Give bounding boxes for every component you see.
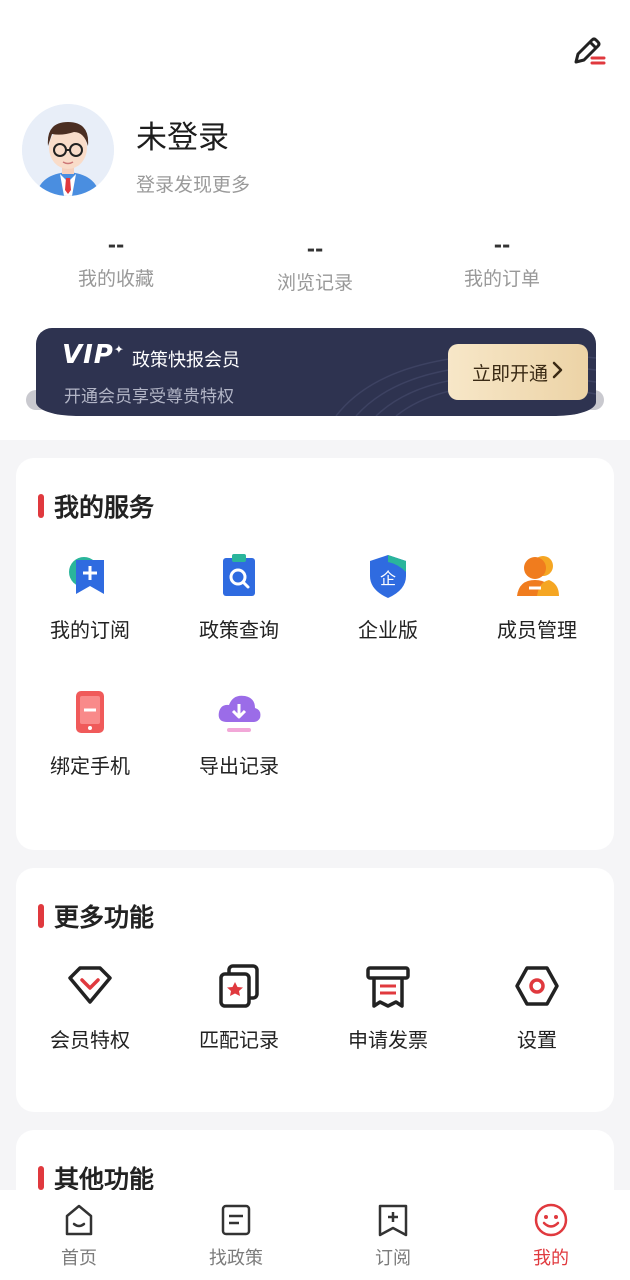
stat-favorites[interactable]: -- 我的收藏 <box>26 232 206 291</box>
tab-label: 首页 <box>61 1248 97 1269</box>
more-label: 设置 <box>517 1028 557 1052</box>
more-item-vip-privilege[interactable]: 会员特权 <box>16 962 164 1053</box>
tab-label: 订阅 <box>375 1248 411 1269</box>
stat-value: -- <box>306 237 324 261</box>
more-title: 更多功能 <box>38 898 154 934</box>
services-title-text: 我的服务 <box>54 493 155 522</box>
title-accent-bar <box>38 494 44 518</box>
stat-orders[interactable]: -- 我的订单 <box>412 232 592 291</box>
title-accent-bar <box>38 904 44 928</box>
invoice-icon <box>366 966 410 1008</box>
more-item-settings[interactable]: 设置 <box>463 962 611 1053</box>
vip-banner[interactable]: VIP✦ 政策快报会员 开通会员享受尊贵特权 立即开通 <box>26 326 604 418</box>
service-label: 我的订阅 <box>50 618 130 642</box>
service-label: 成员管理 <box>497 618 577 642</box>
policy-search-icon <box>223 554 255 596</box>
service-label: 导出记录 <box>199 754 279 778</box>
home-icon <box>65 1204 93 1236</box>
avatar-illustration <box>22 104 114 196</box>
service-item-members[interactable]: 成员管理 <box>463 552 611 643</box>
more-label: 会员特权 <box>50 1028 130 1052</box>
stat-label: 我的收藏 <box>77 268 154 290</box>
profile-header: 未登录 登录发现更多 -- 我的收藏 -- 浏览记录 -- 我的订单 VIP✦ … <box>0 0 630 440</box>
services-card: 我的服务 我的订阅 政策查询 企 企业版 成员管理 绑定手机 导出记录 <box>16 458 614 850</box>
cloud-download-icon <box>218 695 261 732</box>
login-prompt[interactable]: 登录发现更多 <box>136 170 250 197</box>
vip-card: VIP✦ 政策快报会员 开通会员享受尊贵特权 立即开通 <box>36 328 596 416</box>
service-item-policy-search[interactable]: 政策查询 <box>165 552 313 643</box>
match-record-icon <box>219 964 259 1008</box>
tab-find-policy[interactable]: 找政策 <box>176 1202 296 1270</box>
bottom-tab-bar: 首页 找政策 订阅 我的 <box>0 1190 630 1280</box>
service-label: 政策查询 <box>199 618 279 642</box>
stat-value: -- <box>107 233 125 257</box>
vip-title: 政策快报会员 <box>132 350 240 371</box>
vip-privilege-icon <box>68 966 112 1004</box>
service-item-subscribe[interactable]: 我的订阅 <box>16 552 164 643</box>
open-vip-label: 立即开通 <box>471 362 548 385</box>
member-manage-icon <box>517 556 559 596</box>
service-label: 绑定手机 <box>50 754 130 778</box>
service-item-enterprise[interactable]: 企 企业版 <box>314 552 462 643</box>
edit-pencil-icon <box>574 37 606 65</box>
vip-logo-text: VIP <box>62 340 114 370</box>
user-name[interactable]: 未登录 <box>136 112 229 157</box>
subscribe-icon <box>69 557 104 594</box>
vip-subtitle: 开通会员享受尊贵特权 <box>64 387 234 407</box>
more-card: 更多功能 会员特权 匹配记录 申请发票 设置 <box>16 868 614 1112</box>
stat-value: -- <box>493 233 511 257</box>
enterprise-shield-icon: 企 <box>370 555 406 598</box>
more-label: 申请发票 <box>348 1028 428 1052</box>
chevron-right-icon <box>552 361 564 384</box>
open-vip-button[interactable]: 立即开通 <box>448 344 588 400</box>
stat-label: 浏览记录 <box>276 272 353 294</box>
tab-home[interactable]: 首页 <box>19 1202 139 1270</box>
mine-smile-icon <box>534 1203 568 1237</box>
vip-logo: VIP✦ <box>62 340 125 370</box>
settings-icon <box>515 966 559 1006</box>
vip-logo-star: ✦ <box>113 342 125 357</box>
more-title-text: 更多功能 <box>54 903 155 932</box>
services-title: 我的服务 <box>38 488 154 524</box>
more-item-match-record[interactable]: 匹配记录 <box>165 962 313 1053</box>
svg-text:企: 企 <box>380 569 396 588</box>
edit-profile-button[interactable] <box>568 34 608 70</box>
tab-subscribe[interactable]: 订阅 <box>333 1202 453 1270</box>
more-label: 匹配记录 <box>199 1028 279 1052</box>
avatar[interactable] <box>22 104 114 196</box>
stat-history[interactable]: -- 浏览记录 <box>225 236 405 295</box>
service-item-bind-phone[interactable]: 绑定手机 <box>16 688 164 779</box>
service-label: 企业版 <box>358 618 418 642</box>
subscribe-tab-icon <box>378 1204 408 1237</box>
find-policy-icon <box>221 1204 251 1236</box>
stat-label: 我的订单 <box>463 268 540 290</box>
tab-label: 我的 <box>533 1248 569 1269</box>
service-item-export[interactable]: 导出记录 <box>165 688 313 779</box>
tab-mine[interactable]: 我的 <box>491 1202 611 1270</box>
more-item-invoice[interactable]: 申请发票 <box>314 962 462 1053</box>
phone-bind-icon <box>76 691 104 733</box>
tab-label: 找政策 <box>209 1248 263 1269</box>
title-accent-bar <box>38 1166 44 1190</box>
